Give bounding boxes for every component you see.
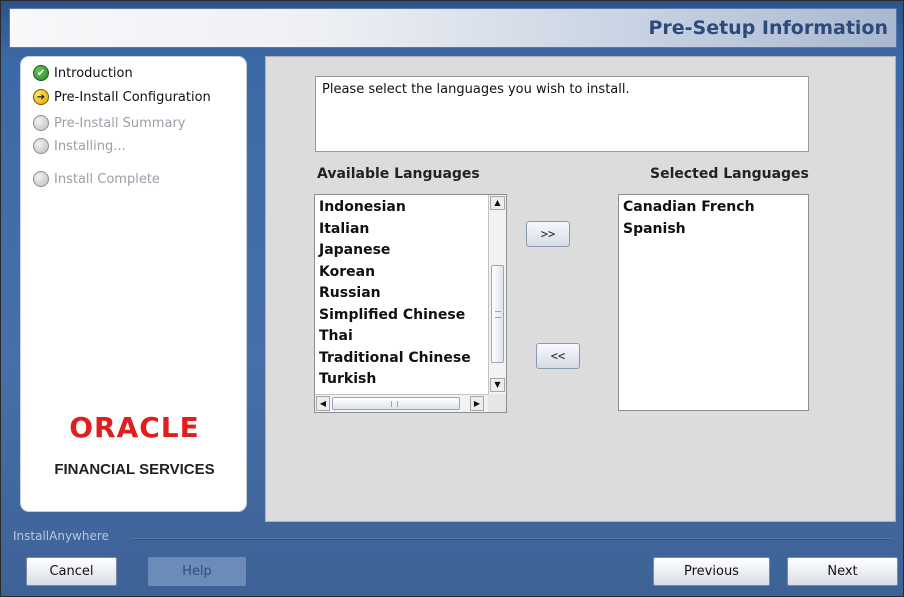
step-label: Introduction [54, 65, 133, 81]
list-item[interactable]: Russian [315, 283, 487, 305]
step-label: Pre-Install Summary [54, 115, 186, 131]
scroll-down-icon[interactable]: ▼ [490, 378, 505, 392]
list-item[interactable]: Korean [315, 262, 487, 284]
list-item[interactable]: Turkish [315, 369, 487, 391]
footer-divider [131, 538, 893, 540]
scroll-left-icon[interactable]: ◀ [316, 396, 330, 411]
step-panel: ✔ Introduction ➔ Pre-Install Configurati… [20, 56, 247, 512]
scroll-right-icon[interactable]: ▶ [470, 396, 484, 411]
main-content: Please select the languages you wish to … [265, 56, 896, 522]
brand-subtitle: FINANCIAL SERVICES [54, 461, 215, 478]
grip-icon [391, 401, 398, 407]
step-pre-install-configuration: ➔ Pre-Install Configuration [33, 87, 211, 107]
header-bar: Pre-Setup Information [9, 8, 897, 48]
step-label: Pre-Install Configuration [54, 89, 211, 105]
page-title: Pre-Setup Information [648, 17, 888, 39]
selected-languages-list[interactable]: Canadian French Spanish [618, 194, 809, 411]
available-languages-label: Available Languages [317, 166, 480, 182]
list-item[interactable]: Japanese [315, 240, 487, 262]
installer-window: Pre-Setup Information ✔ Introduction ➔ P… [0, 0, 904, 597]
vertical-scrollbar[interactable]: ▲ ▼ [488, 195, 506, 394]
list-item[interactable]: Traditional Chinese [315, 348, 487, 370]
scrollbar-corner [488, 394, 506, 412]
cancel-button[interactable]: Cancel [26, 557, 117, 586]
list-item[interactable]: Spanish [619, 219, 808, 241]
step-label: Install Complete [54, 171, 160, 187]
available-languages-list[interactable]: Indonesian Italian Japanese Korean Russi… [314, 194, 507, 413]
available-items: Indonesian Italian Japanese Korean Russi… [315, 197, 487, 393]
help-button[interactable]: Help [148, 557, 246, 586]
scroll-up-icon[interactable]: ▲ [490, 196, 505, 210]
step-install-complete: Install Complete [33, 169, 160, 189]
oracle-logo: ORACLE [69, 411, 200, 444]
step-installing: Installing... [33, 136, 126, 156]
step-label: Installing... [54, 138, 126, 154]
check-icon: ✔ [33, 65, 49, 81]
list-item[interactable]: Canadian French [619, 197, 808, 219]
selected-languages-label: Selected Languages [650, 166, 809, 182]
arrow-right-icon: ➔ [33, 89, 49, 105]
list-item[interactable]: Indonesian [315, 197, 487, 219]
list-item[interactable]: Thai [315, 326, 487, 348]
grip-icon [495, 311, 501, 318]
installanywhere-label: InstallAnywhere [13, 529, 109, 543]
horizontal-scrollbar[interactable]: ◀ ▶ [315, 394, 490, 412]
vertical-scroll-thumb[interactable] [491, 265, 504, 363]
step-introduction: ✔ Introduction [33, 63, 133, 83]
circle-icon [33, 138, 49, 154]
remove-language-button[interactable]: << [536, 343, 580, 369]
circle-icon [33, 171, 49, 187]
circle-icon [33, 115, 49, 131]
step-pre-install-summary: Pre-Install Summary [33, 113, 185, 133]
previous-button[interactable]: Previous [653, 557, 770, 586]
horizontal-scroll-thumb[interactable] [332, 397, 460, 410]
list-item[interactable]: Italian [315, 219, 487, 241]
list-item[interactable]: Simplified Chinese [315, 305, 487, 327]
next-button[interactable]: Next [787, 557, 898, 586]
add-language-button[interactable]: >> [526, 221, 570, 247]
instruction-text: Please select the languages you wish to … [315, 76, 809, 152]
